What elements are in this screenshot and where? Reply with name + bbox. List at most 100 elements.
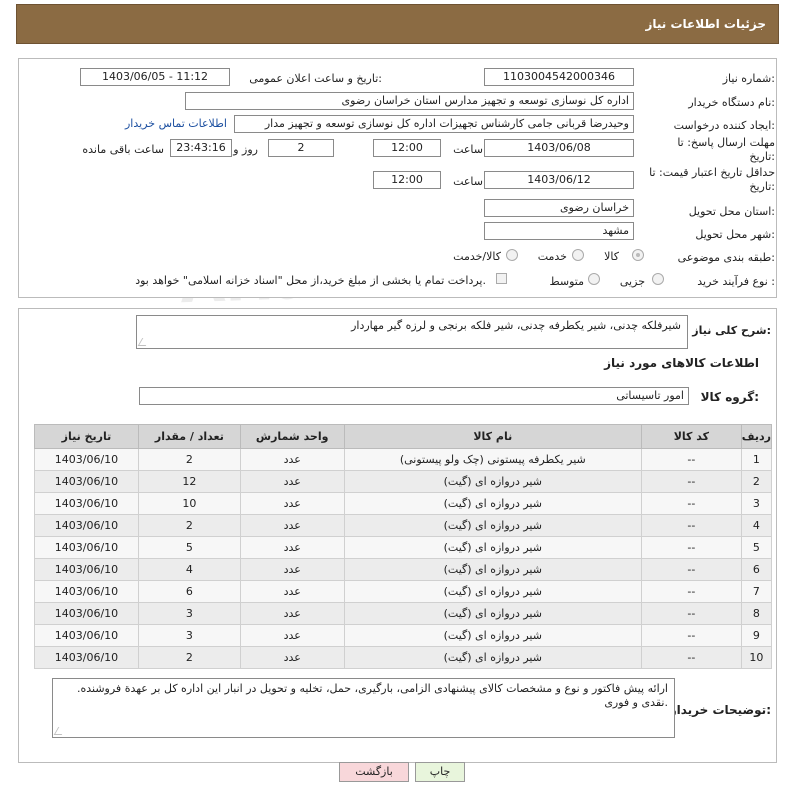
- cell-qty: 2: [137, 448, 241, 471]
- process-partial-radio[interactable]: [652, 273, 664, 285]
- cell-unit: عدد: [239, 448, 345, 471]
- announce-date-field[interactable]: 1403/06/05 - 11:12: [80, 68, 230, 86]
- cell-date: 1403/06/10: [34, 602, 139, 625]
- category-both-label: کالا/خدمت: [453, 250, 501, 263]
- category-goods-radio[interactable]: [632, 249, 644, 261]
- table-row[interactable]: 8 -- شیر دروازه ای (گیت) عدد 3 1403/06/10: [34, 602, 773, 625]
- general-desc-field[interactable]: شیرفلکه چدنی، شیر یکطرفه چدنی، شیر فلکه …: [136, 315, 688, 349]
- buyer-notes-field[interactable]: ارائه پیش فاکتور و نوع و مشخصات کالای پی…: [52, 678, 675, 738]
- table-row[interactable]: 9 -- شیر دروازه ای (گیت) عدد 3 1403/06/10: [34, 624, 773, 647]
- treasury-payment-checkbox[interactable]: [496, 273, 507, 284]
- validity-date-field[interactable]: 1403/06/12: [484, 171, 634, 189]
- category-service-radio[interactable]: [572, 249, 584, 261]
- table-row[interactable]: 7 -- شیر دروازه ای (گیت) عدد 6 1403/06/10: [34, 580, 773, 603]
- validity-label: حداقل تاریخ اعتبار قیمت: تا تاریخ:: [649, 166, 775, 193]
- cell-unit: عدد: [239, 536, 345, 559]
- cell-row: 9: [740, 624, 773, 647]
- col-code-header: کد کالا: [640, 424, 742, 449]
- category-label: طبقه بندی موضوعی:: [677, 251, 775, 264]
- table-row[interactable]: 5 -- شیر دروازه ای (گیت) عدد 5 1403/06/10: [34, 536, 773, 559]
- cell-row: 1: [740, 448, 773, 471]
- table-row[interactable]: 1 -- شیر یکطرفه پیستونی (چک ولو پیستونی) عد…: [34, 448, 773, 471]
- cell-qty: 3: [137, 602, 241, 625]
- table-row[interactable]: 2 -- شیر دروازه ای (گیت) عدد 12 1403/06/10: [34, 470, 773, 493]
- print-button[interactable]: چاپ: [415, 762, 465, 782]
- cell-row: 2: [740, 470, 773, 493]
- cell-name: شیر یکطرفه پیستونی (چک ولو پیستونی): [343, 448, 642, 471]
- province-field[interactable]: خراسان رضوی: [484, 199, 634, 217]
- back-button[interactable]: بازگشت: [339, 762, 409, 782]
- process-label: نوع فرآیند خرید :: [697, 275, 775, 288]
- city-field[interactable]: مشهد: [484, 222, 634, 240]
- cell-name: شیر دروازه ای (گیت): [343, 558, 642, 581]
- cell-date: 1403/06/10: [34, 536, 139, 559]
- page-header: جزئیات اطلاعات نیاز: [16, 4, 779, 44]
- cell-code: --: [640, 624, 742, 647]
- cell-name: شیر دروازه ای (گیت): [343, 580, 642, 603]
- table-row[interactable]: 6 -- شیر دروازه ای (گیت) عدد 4 1403/06/10: [34, 558, 773, 581]
- creator-label: ایجاد کننده درخواست:: [673, 119, 775, 132]
- time-remaining-field[interactable]: 23:43:16: [170, 139, 232, 157]
- table-row[interactable]: 3 -- شیر دروازه ای (گیت) عدد 10 1403/06/10: [34, 492, 773, 515]
- cell-row: 10: [740, 646, 773, 669]
- cell-unit: عدد: [239, 580, 345, 603]
- need-number-label: شماره نیاز:: [722, 72, 775, 85]
- cell-row: 3: [740, 492, 773, 515]
- col-date-header: تاریخ نیاز: [34, 424, 139, 449]
- need-number-field[interactable]: 1103004542000346: [484, 68, 634, 86]
- cell-date: 1403/06/10: [34, 492, 139, 515]
- cell-row: 5: [740, 536, 773, 559]
- cell-name: شیر دروازه ای (گیت): [343, 602, 642, 625]
- deadline-label: مهلت ارسال پاسخ: تا تاریخ:: [677, 136, 775, 163]
- col-qty-header: تعداد / مقدار: [137, 424, 241, 449]
- cell-date: 1403/06/10: [34, 514, 139, 537]
- cell-qty: 6: [137, 580, 241, 603]
- cell-code: --: [640, 580, 742, 603]
- cell-code: --: [640, 602, 742, 625]
- validity-time-field[interactable]: 12:00: [373, 171, 441, 189]
- col-row-header: ردیف: [740, 424, 773, 449]
- cell-qty: 5: [137, 536, 241, 559]
- cell-name: شیر دروازه ای (گیت): [343, 492, 642, 515]
- col-name-header: نام کالا: [343, 424, 642, 449]
- creator-field[interactable]: وحیدرضا قربانی جامی کارشناس تجهیزات ادار…: [234, 115, 634, 133]
- table-row[interactable]: 10 -- شیر دروازه ای (گیت) عدد 2 1403/06/10: [34, 646, 773, 669]
- buyer-notes-text: ارائه پیش فاکتور و نوع و مشخصات کالای پی…: [76, 682, 668, 709]
- cell-code: --: [640, 470, 742, 493]
- cell-qty: 3: [137, 624, 241, 647]
- resize-grip-icon[interactable]: [53, 727, 67, 735]
- cell-row: 6: [740, 558, 773, 581]
- buyer-contact-link[interactable]: اطلاعات تماس خریدار: [125, 117, 227, 130]
- item-group-field[interactable]: امور تاسیساتی: [139, 387, 689, 405]
- cell-name: شیر دروازه ای (گیت): [343, 514, 642, 537]
- cell-name: شیر دروازه ای (گیت): [343, 536, 642, 559]
- cell-unit: عدد: [239, 514, 345, 537]
- announce-date-label: تاریخ و ساعت اعلان عمومی:: [249, 72, 382, 85]
- cell-qty: 12: [137, 470, 241, 493]
- category-both-radio[interactable]: [506, 249, 518, 261]
- cell-row: 8: [740, 602, 773, 625]
- page-title: جزئیات اطلاعات نیاز: [645, 17, 766, 31]
- item-group-label: گروه کالا:: [700, 390, 759, 404]
- cell-date: 1403/06/10: [34, 646, 139, 669]
- cell-row: 7: [740, 580, 773, 603]
- table-row[interactable]: 4 -- شیر دروازه ای (گیت) عدد 2 1403/06/10: [34, 514, 773, 537]
- cell-row: 4: [740, 514, 773, 537]
- deadline-date-field[interactable]: 1403/06/08: [484, 139, 634, 157]
- cell-code: --: [640, 646, 742, 669]
- cell-date: 1403/06/10: [34, 624, 139, 647]
- province-label: استان محل تحویل:: [688, 205, 775, 218]
- process-medium-radio[interactable]: [588, 273, 600, 285]
- buyer-notes-label: توضیحات خریدار:: [669, 703, 771, 717]
- days-remaining-field[interactable]: 2: [268, 139, 334, 157]
- cell-date: 1403/06/10: [34, 558, 139, 581]
- buyer-field[interactable]: اداره کل نوسازی توسعه و تجهیز مدارس استا…: [185, 92, 634, 110]
- resize-grip-icon[interactable]: [137, 338, 151, 346]
- cell-code: --: [640, 514, 742, 537]
- cell-qty: 2: [137, 514, 241, 537]
- cell-unit: عدد: [239, 492, 345, 515]
- category-service-label: خدمت: [537, 250, 567, 263]
- buyer-label: نام دستگاه خریدار:: [688, 96, 775, 109]
- deadline-time-field[interactable]: 12:00: [373, 139, 441, 157]
- days-label: روز و: [233, 143, 258, 156]
